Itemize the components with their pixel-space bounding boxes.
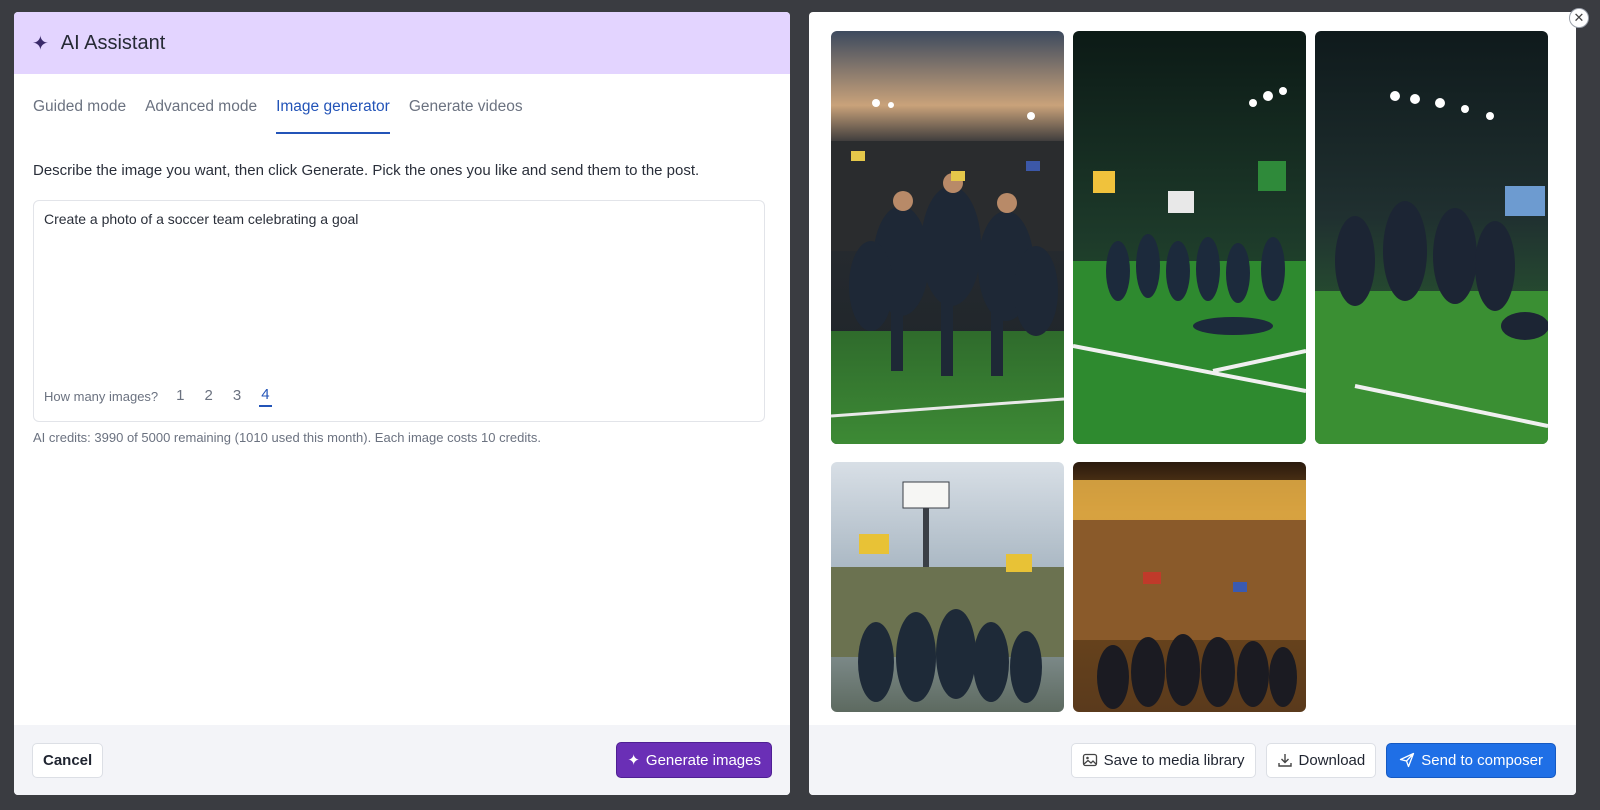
save-to-media-library-label: Save to media library: [1103, 751, 1245, 769]
soccer-celebration-image: [831, 462, 1064, 712]
instructions-text: Describe the image you want, then click …: [33, 162, 700, 179]
count-option-2[interactable]: 2: [203, 387, 215, 406]
generate-images-button[interactable]: ✦ Generate images: [616, 742, 772, 778]
image-gallery-panel: Save to media library Download Send to c…: [809, 12, 1576, 795]
credits-info: AI credits: 3990 of 5000 remaining (1010…: [33, 430, 541, 445]
generated-image-1[interactable]: [831, 31, 1064, 444]
cancel-button[interactable]: Cancel: [32, 742, 104, 778]
send-to-composer-label: Send to composer: [1421, 751, 1543, 769]
tab-image-generator[interactable]: Image generator: [276, 98, 390, 134]
image-icon: [1082, 753, 1097, 767]
generated-image-4[interactable]: [831, 462, 1064, 712]
count-option-3[interactable]: 3: [231, 387, 243, 406]
prompt-box: Create a photo of a soccer team celebrat…: [33, 200, 765, 422]
send-icon: [1400, 752, 1415, 768]
count-option-4[interactable]: 4: [259, 386, 272, 407]
generated-image-3[interactable]: [1315, 31, 1548, 444]
send-to-composer-button[interactable]: Send to composer: [1386, 742, 1556, 778]
soccer-celebration-image: [831, 31, 1064, 444]
prompt-input[interactable]: Create a photo of a soccer team celebrat…: [44, 211, 744, 371]
sparkle-icon: ✦: [627, 752, 640, 769]
panel-title: AI Assistant: [60, 31, 166, 54]
ai-assistant-panel: ✦ AI Assistant Guided mode Advanced mode…: [14, 12, 790, 795]
soccer-celebration-image: [1073, 31, 1306, 444]
close-icon[interactable]: ✕: [1569, 8, 1589, 28]
tab-guided-mode[interactable]: Guided mode: [33, 98, 126, 134]
sparkle-icon: ✦: [32, 32, 49, 55]
tab-advanced-mode[interactable]: Advanced mode: [145, 98, 257, 134]
image-count-label: How many images?: [44, 389, 159, 404]
generate-images-label: Generate images: [645, 751, 761, 769]
generated-image-5[interactable]: [1073, 462, 1306, 712]
download-label: Download: [1298, 751, 1366, 769]
ai-assistant-header: ✦ AI Assistant: [14, 12, 790, 74]
tab-generate-videos[interactable]: Generate videos: [409, 98, 523, 134]
mode-tabs: Guided mode Advanced mode Image generato…: [14, 74, 790, 134]
right-footer: Save to media library Download Send to c…: [809, 725, 1576, 795]
image-count-selector: How many images? 1 2 3 4: [44, 386, 272, 407]
soccer-celebration-image: [1073, 462, 1306, 712]
save-to-media-library-button[interactable]: Save to media library: [1070, 742, 1256, 778]
download-button[interactable]: Download: [1265, 742, 1377, 778]
generated-image-2[interactable]: [1073, 31, 1306, 444]
left-footer: Cancel ✦ Generate images: [14, 725, 790, 795]
count-option-1[interactable]: 1: [174, 387, 186, 406]
soccer-celebration-image: [1315, 31, 1548, 444]
download-icon: [1277, 754, 1292, 767]
